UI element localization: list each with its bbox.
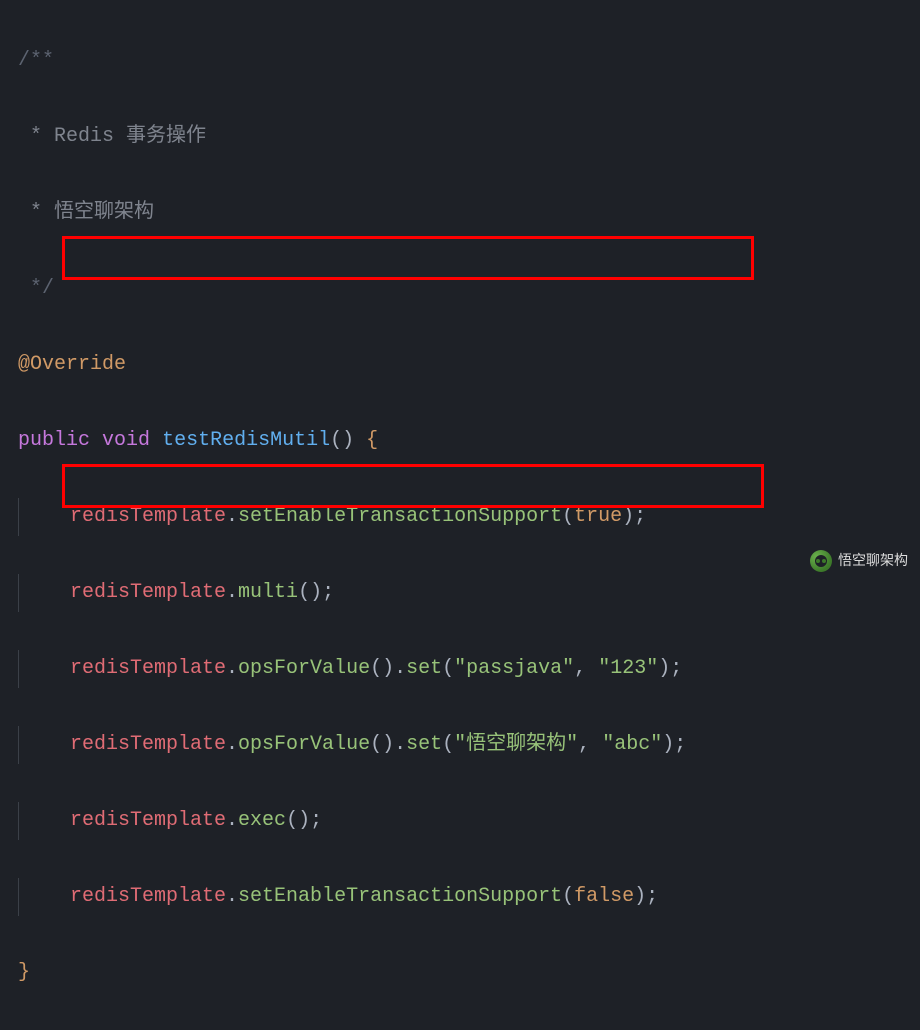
watermark-text: 悟空聊架构 — [838, 547, 908, 574]
string-abc: abc — [614, 733, 650, 756]
bool-true: true — [574, 505, 622, 528]
call-set-1: set — [406, 657, 442, 680]
call-opsForValue-1: opsForValue — [238, 657, 370, 680]
comment-line-1: * Redis 事务操作 — [18, 125, 206, 148]
annotation-override: @Override — [18, 353, 126, 376]
string-123: 123 — [610, 657, 646, 680]
var-redisTemplate: redisTemplate — [70, 505, 226, 528]
brace-close: } — [18, 961, 30, 984]
comment-line-2: * 悟空聊架构 — [18, 201, 154, 224]
method-parens: () — [330, 429, 354, 452]
call-opsForValue-2: opsForValue — [238, 733, 370, 756]
string-wukong: 悟空聊架构 — [466, 733, 566, 756]
comment-open: /** — [18, 49, 54, 72]
call-exec: exec — [238, 809, 286, 832]
keyword-public: public — [18, 429, 90, 452]
call-set-2: set — [406, 733, 442, 756]
call-setEnable-false: setEnableTransactionSupport — [238, 885, 562, 908]
watermark: 悟空聊架构 — [810, 547, 908, 574]
bool-false: false — [574, 885, 634, 908]
call-setEnable-true: setEnableTransactionSupport — [238, 505, 562, 528]
method-name: testRedisMutil — [162, 429, 330, 452]
code-block: /** * Redis 事务操作 * 悟空聊架构 */ @Override pu… — [18, 4, 902, 1030]
brace-open: { — [354, 429, 378, 452]
keyword-void: void — [102, 429, 150, 452]
wechat-icon — [810, 550, 832, 572]
call-multi: multi — [238, 581, 298, 604]
string-passjava: passjava — [466, 657, 562, 680]
comment-close: */ — [18, 277, 54, 300]
